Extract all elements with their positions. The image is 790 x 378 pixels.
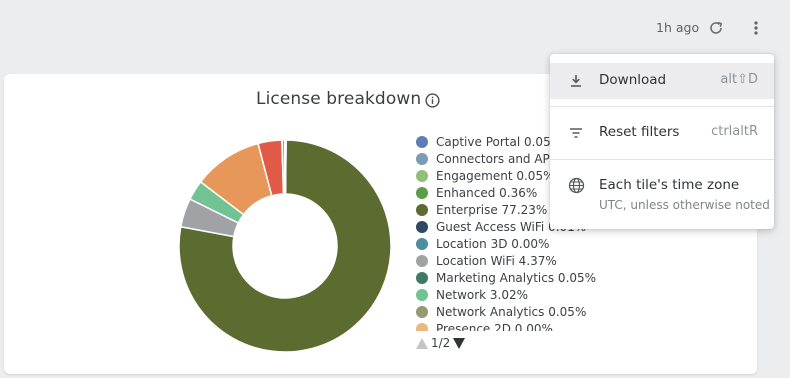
more-vertical-icon — [754, 21, 758, 35]
legend-item[interactable]: Network 3.02% — [416, 286, 616, 303]
filter-icon — [570, 128, 582, 138]
legend-label: Presence 2D 0.00% — [436, 321, 553, 332]
legend-pager: 1/2 — [416, 336, 466, 350]
legend-item[interactable]: Location WiFi 4.37% — [416, 252, 616, 269]
legend-swatch — [416, 203, 428, 216]
legend-prev-icon[interactable] — [416, 337, 428, 349]
menu-item-reset-filters[interactable]: Reset filters ctrlaltR — [550, 116, 774, 150]
time-zone-sublabel: UTC, unless otherwise noted — [599, 198, 770, 212]
legend-label: Enhanced 0.36% — [436, 185, 538, 200]
legend-item[interactable]: Location 3D 0.00% — [416, 235, 616, 252]
legend-swatch — [416, 254, 428, 267]
legend-swatch — [416, 237, 428, 250]
refresh-button[interactable] — [705, 17, 727, 39]
reset-filters-label: Reset filters — [599, 124, 680, 140]
legend-swatch — [416, 186, 428, 199]
time-zone-label: Each tile's time zone — [599, 177, 740, 193]
menu-divider — [550, 106, 774, 107]
donut-chart — [178, 139, 392, 353]
legend-label: Network Analytics 0.05% — [436, 304, 587, 319]
legend-swatch — [416, 220, 428, 233]
legend-label: Location 3D 0.00% — [436, 236, 550, 251]
globe-icon — [568, 177, 585, 194]
legend-item[interactable]: Marketing Analytics 0.05% — [416, 269, 616, 286]
legend-label: Location WiFi 4.37% — [436, 253, 557, 268]
download-icon — [571, 75, 581, 87]
download-label: Download — [599, 72, 667, 88]
legend-swatch — [416, 169, 428, 182]
legend-label: Enterprise 77.23% — [436, 202, 548, 217]
donut-slice[interactable] — [284, 139, 287, 195]
menu-item-download[interactable]: Download alt⇧D — [550, 63, 774, 99]
more-options-button[interactable] — [745, 17, 767, 39]
legend-label: Captive Portal 0.05% — [436, 134, 563, 149]
info-icon[interactable] — [425, 93, 440, 108]
download-shortcut: alt⇧D — [720, 72, 758, 87]
menu-divider — [550, 159, 774, 160]
legend-page-indicator: 1/2 — [431, 336, 451, 350]
legend-label: Network 3.02% — [436, 287, 529, 302]
refresh-icon — [710, 21, 723, 34]
menu-item-time-zone[interactable]: Each tile's time zone UTC, unless otherw… — [550, 168, 774, 218]
tile-title: License breakdown — [256, 89, 422, 109]
legend-swatch — [416, 271, 428, 284]
legend-swatch — [416, 152, 428, 165]
tile-header-bar: 1h ago — [0, 0, 790, 56]
legend-swatch — [416, 305, 428, 318]
legend-next-icon[interactable] — [453, 337, 466, 349]
legend-swatch — [416, 322, 428, 331]
tile-options-menu: Download alt⇧D Reset filters ctrlaltR Ea… — [550, 54, 774, 229]
legend-label: Marketing Analytics 0.05% — [436, 270, 597, 285]
legend-item[interactable]: Presence 2D 0.00% — [416, 320, 616, 331]
legend-swatch — [416, 135, 428, 148]
legend-item[interactable]: Network Analytics 0.05% — [416, 303, 616, 320]
legend-label: Engagement 0.05% — [436, 168, 555, 183]
last-updated-text: 1h ago — [656, 20, 700, 35]
reset-filters-shortcut: ctrlaltR — [711, 124, 758, 139]
legend-swatch — [416, 288, 428, 301]
